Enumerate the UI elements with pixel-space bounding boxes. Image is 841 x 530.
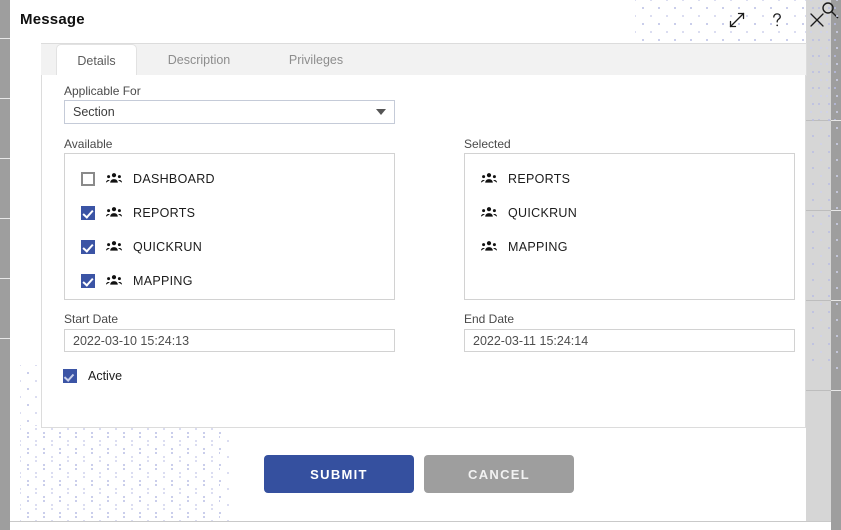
tab-strip: Details Description Privileges: [41, 43, 807, 76]
checkbox-reports[interactable]: [81, 206, 95, 220]
submit-button[interactable]: SUBMIT: [264, 455, 414, 493]
list-item-label: MAPPING: [133, 274, 193, 288]
list-item[interactable]: QUICKRUN: [481, 202, 577, 224]
available-label: Available: [64, 137, 113, 151]
active-row[interactable]: Active: [63, 369, 122, 383]
applicable-for-select[interactable]: Section: [64, 100, 395, 124]
list-item[interactable]: MAPPING: [481, 236, 568, 258]
tab-privileges[interactable]: Privileges: [272, 44, 360, 76]
checkbox-dashboard[interactable]: [81, 172, 95, 186]
list-item-label: QUICKRUN: [133, 240, 203, 254]
cancel-button[interactable]: CANCEL: [424, 455, 574, 493]
list-item[interactable]: MAPPING: [81, 270, 193, 292]
list-item-label: REPORTS: [508, 172, 571, 186]
title-bar-actions: [726, 8, 828, 32]
end-date-value: 2022-03-11 15:24:14: [473, 333, 589, 348]
group-icon: [106, 239, 122, 255]
end-date-input[interactable]: 2022-03-11 15:24:14: [464, 329, 795, 352]
tab-description[interactable]: Description: [151, 44, 247, 76]
dot-pattern-bottom-left-wide: [20, 425, 230, 521]
selected-label: Selected: [464, 137, 511, 151]
page-left-strip: [0, 0, 10, 530]
list-item-label: REPORTS: [133, 206, 196, 220]
active-label: Active: [88, 369, 123, 383]
details-panel: Applicable For Section Available DASHBOA…: [41, 75, 806, 428]
start-date-value: 2022-03-10 15:24:13: [73, 333, 190, 348]
message-dialog: Message Details Description Privileges A…: [10, 0, 841, 521]
dot-pattern-right-edge: [805, 0, 841, 375]
checkbox-mapping[interactable]: [81, 274, 95, 288]
group-icon: [481, 205, 497, 221]
end-date-label: End Date: [464, 312, 515, 326]
checkbox-quickrun[interactable]: [81, 240, 95, 254]
list-item-label: MAPPING: [508, 240, 568, 254]
help-icon[interactable]: [766, 8, 788, 32]
screen: Message Details Description Privileges A…: [0, 0, 841, 530]
group-icon: [106, 171, 122, 187]
list-item[interactable]: DASHBOARD: [81, 168, 215, 190]
checkbox-active[interactable]: [63, 369, 77, 383]
applicable-for-label: Applicable For: [64, 84, 141, 98]
expand-icon[interactable]: [726, 8, 748, 32]
applicable-for-value: Section: [73, 105, 115, 119]
title-bar: Message: [10, 0, 831, 42]
close-icon[interactable]: [806, 8, 828, 32]
group-icon: [106, 205, 122, 221]
group-icon: [481, 171, 497, 187]
list-item[interactable]: REPORTS: [481, 168, 570, 190]
page-bottom-bar: [10, 521, 831, 530]
list-item[interactable]: REPORTS: [81, 202, 195, 224]
start-date-input[interactable]: 2022-03-10 15:24:13: [64, 329, 395, 352]
list-item-label: QUICKRUN: [508, 206, 578, 220]
page-title: Message: [20, 11, 85, 28]
group-icon: [481, 239, 497, 255]
list-item-label: DASHBOARD: [133, 172, 215, 186]
available-list: DASHBOARD REPORTS QUICKRUN MAPPING: [64, 153, 395, 300]
selected-list: REPORTS QUICKRUN MAPPING: [464, 153, 795, 300]
chevron-down-icon: [376, 109, 386, 115]
start-date-label: Start Date: [64, 312, 119, 326]
tab-details[interactable]: Details: [56, 44, 137, 76]
list-item[interactable]: QUICKRUN: [81, 236, 202, 258]
group-icon: [106, 273, 122, 289]
